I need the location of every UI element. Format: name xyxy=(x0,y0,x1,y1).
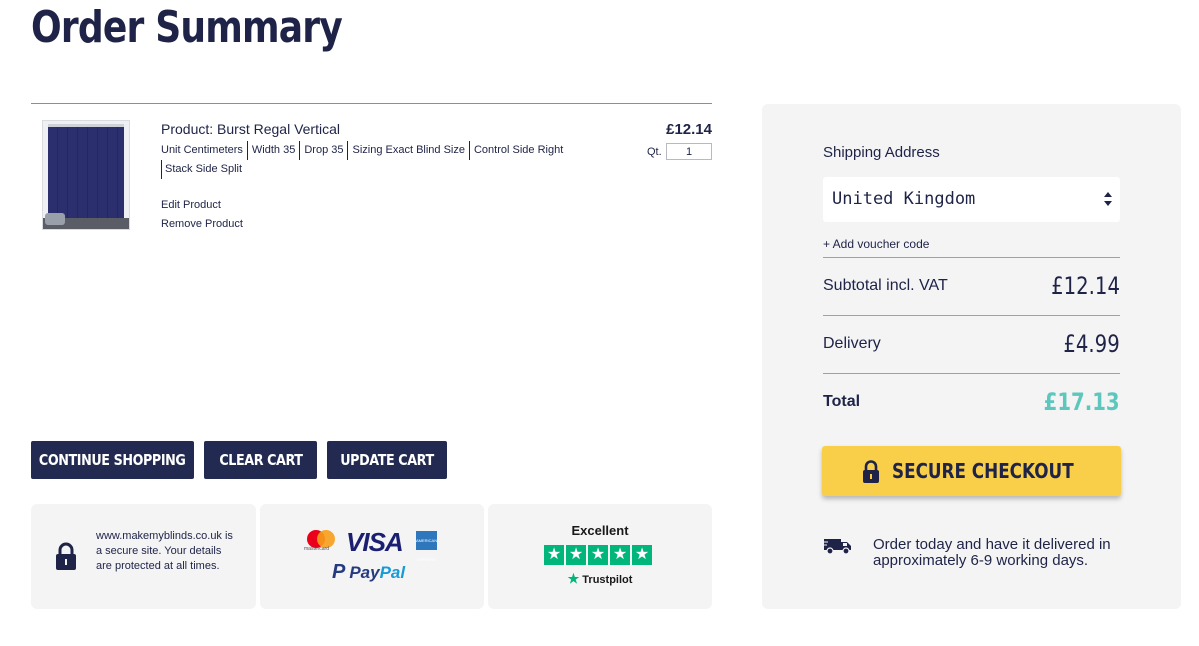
clear-cart-label: CLEAR CART xyxy=(218,451,303,469)
attr-control-side: Control Side Right xyxy=(468,141,567,160)
paypal-logo: P PayPal xyxy=(332,561,405,584)
qty-input[interactable] xyxy=(666,143,712,160)
product-name[interactable]: Burst Regal Vertical xyxy=(217,121,340,137)
visa-logo: VISA xyxy=(346,527,404,557)
secure-checkout-label: SECURE CHECKOUT xyxy=(891,459,1074,483)
update-cart-label: UPDATE CART xyxy=(340,451,434,469)
shipping-address-label: Shipping Address xyxy=(823,144,940,161)
delivery-estimate-note: Order today and have it delivered in app… xyxy=(873,536,1111,569)
mastercard-logo: mastercard xyxy=(304,530,336,552)
order-summary-panel: Shipping Address United Kingdom + Add vo… xyxy=(762,104,1181,609)
secure-site-box: www.makemyblinds.co.uk is a secure site.… xyxy=(31,504,256,609)
continue-shopping-label: CONTINUE SHOPPING xyxy=(39,451,186,469)
product-prefix: Product: xyxy=(161,121,214,137)
truck-icon xyxy=(823,539,851,555)
blind-image xyxy=(48,124,124,220)
clear-cart-button[interactable]: CLEAR CART xyxy=(204,441,317,479)
mastercard-label: mastercard xyxy=(304,546,330,552)
thumb-sofa xyxy=(45,213,65,225)
attr-stack-side: Stack Side Split xyxy=(161,160,246,179)
lock-icon xyxy=(862,459,879,483)
product-name-line: Product: Burst Regal Vertical xyxy=(161,121,340,137)
country-value: United Kingdom xyxy=(832,189,976,209)
lock-icon xyxy=(56,542,76,570)
country-select[interactable]: United Kingdom xyxy=(823,177,1120,222)
attr-drop: Drop 35 xyxy=(299,141,347,160)
trustpilot-star-icon: ★ xyxy=(632,545,652,565)
cart-divider xyxy=(31,103,712,104)
trustpilot-brand-label: Trustpilot xyxy=(582,574,633,586)
summary-divider xyxy=(823,257,1120,258)
subtotal-label: Subtotal incl. VAT xyxy=(823,277,948,294)
trustpilot-logo-star-icon: ★ xyxy=(567,571,580,586)
attr-unit: Unit Centimeters xyxy=(161,144,243,156)
remove-product-link[interactable]: Remove Product xyxy=(161,218,243,230)
update-cart-button[interactable]: UPDATE CART xyxy=(327,441,447,479)
qty-label: Qt. xyxy=(647,146,662,158)
select-arrows-icon xyxy=(1104,192,1112,206)
edit-product-link[interactable]: Edit Product xyxy=(161,199,221,211)
paypal-p-icon: P xyxy=(332,561,346,583)
trustpilot-star-icon: ★ xyxy=(566,545,586,565)
amex-logo: AMERICAN EXPRESS xyxy=(416,531,437,562)
delivery-label: Delivery xyxy=(823,335,881,352)
trustpilot-brand: ★ Trustpilot xyxy=(488,571,712,587)
attr-width: Width 35 xyxy=(246,141,299,160)
trustpilot-star-icon: ★ xyxy=(544,545,564,565)
add-voucher-link[interactable]: + Add voucher code xyxy=(823,237,929,251)
continue-shopping-button[interactable]: CONTINUE SHOPPING xyxy=(31,441,194,479)
product-attributes: Unit Centimeters Width 35 Drop 35 Sizing Ex… xyxy=(161,141,611,179)
attr-sizing: Sizing Exact Blind Size xyxy=(347,141,469,160)
subtotal-value: £12.14 xyxy=(1051,272,1120,300)
secure-site-text: www.makemyblinds.co.uk is a secure site.… xyxy=(96,530,233,572)
trustpilot-star-icon: ★ xyxy=(588,545,608,565)
line-price: £12.14 xyxy=(666,121,712,138)
trustpilot-rating: Excellent xyxy=(571,523,629,538)
summary-divider xyxy=(823,315,1120,316)
total-label: Total xyxy=(823,393,861,410)
summary-divider xyxy=(823,373,1120,374)
trustpilot-box[interactable]: Excellent ★ ★ ★ ★ ★ ★ Trustpilot xyxy=(488,504,712,609)
page-title: Order Summary xyxy=(31,2,343,53)
paypal-wordmark: PayPal xyxy=(349,562,406,582)
product-thumbnail[interactable] xyxy=(42,120,130,230)
trustpilot-stars: ★ ★ ★ ★ ★ xyxy=(544,545,652,565)
delivery-value: £4.99 xyxy=(1063,330,1120,358)
secure-checkout-button[interactable]: SECURE CHECKOUT xyxy=(822,446,1121,496)
total-value: £17.13 xyxy=(1044,388,1120,416)
trustpilot-star-icon: ★ xyxy=(610,545,630,565)
payment-methods-box: mastercard VISA AMERICAN EXPRESS P PayPa… xyxy=(260,504,484,609)
